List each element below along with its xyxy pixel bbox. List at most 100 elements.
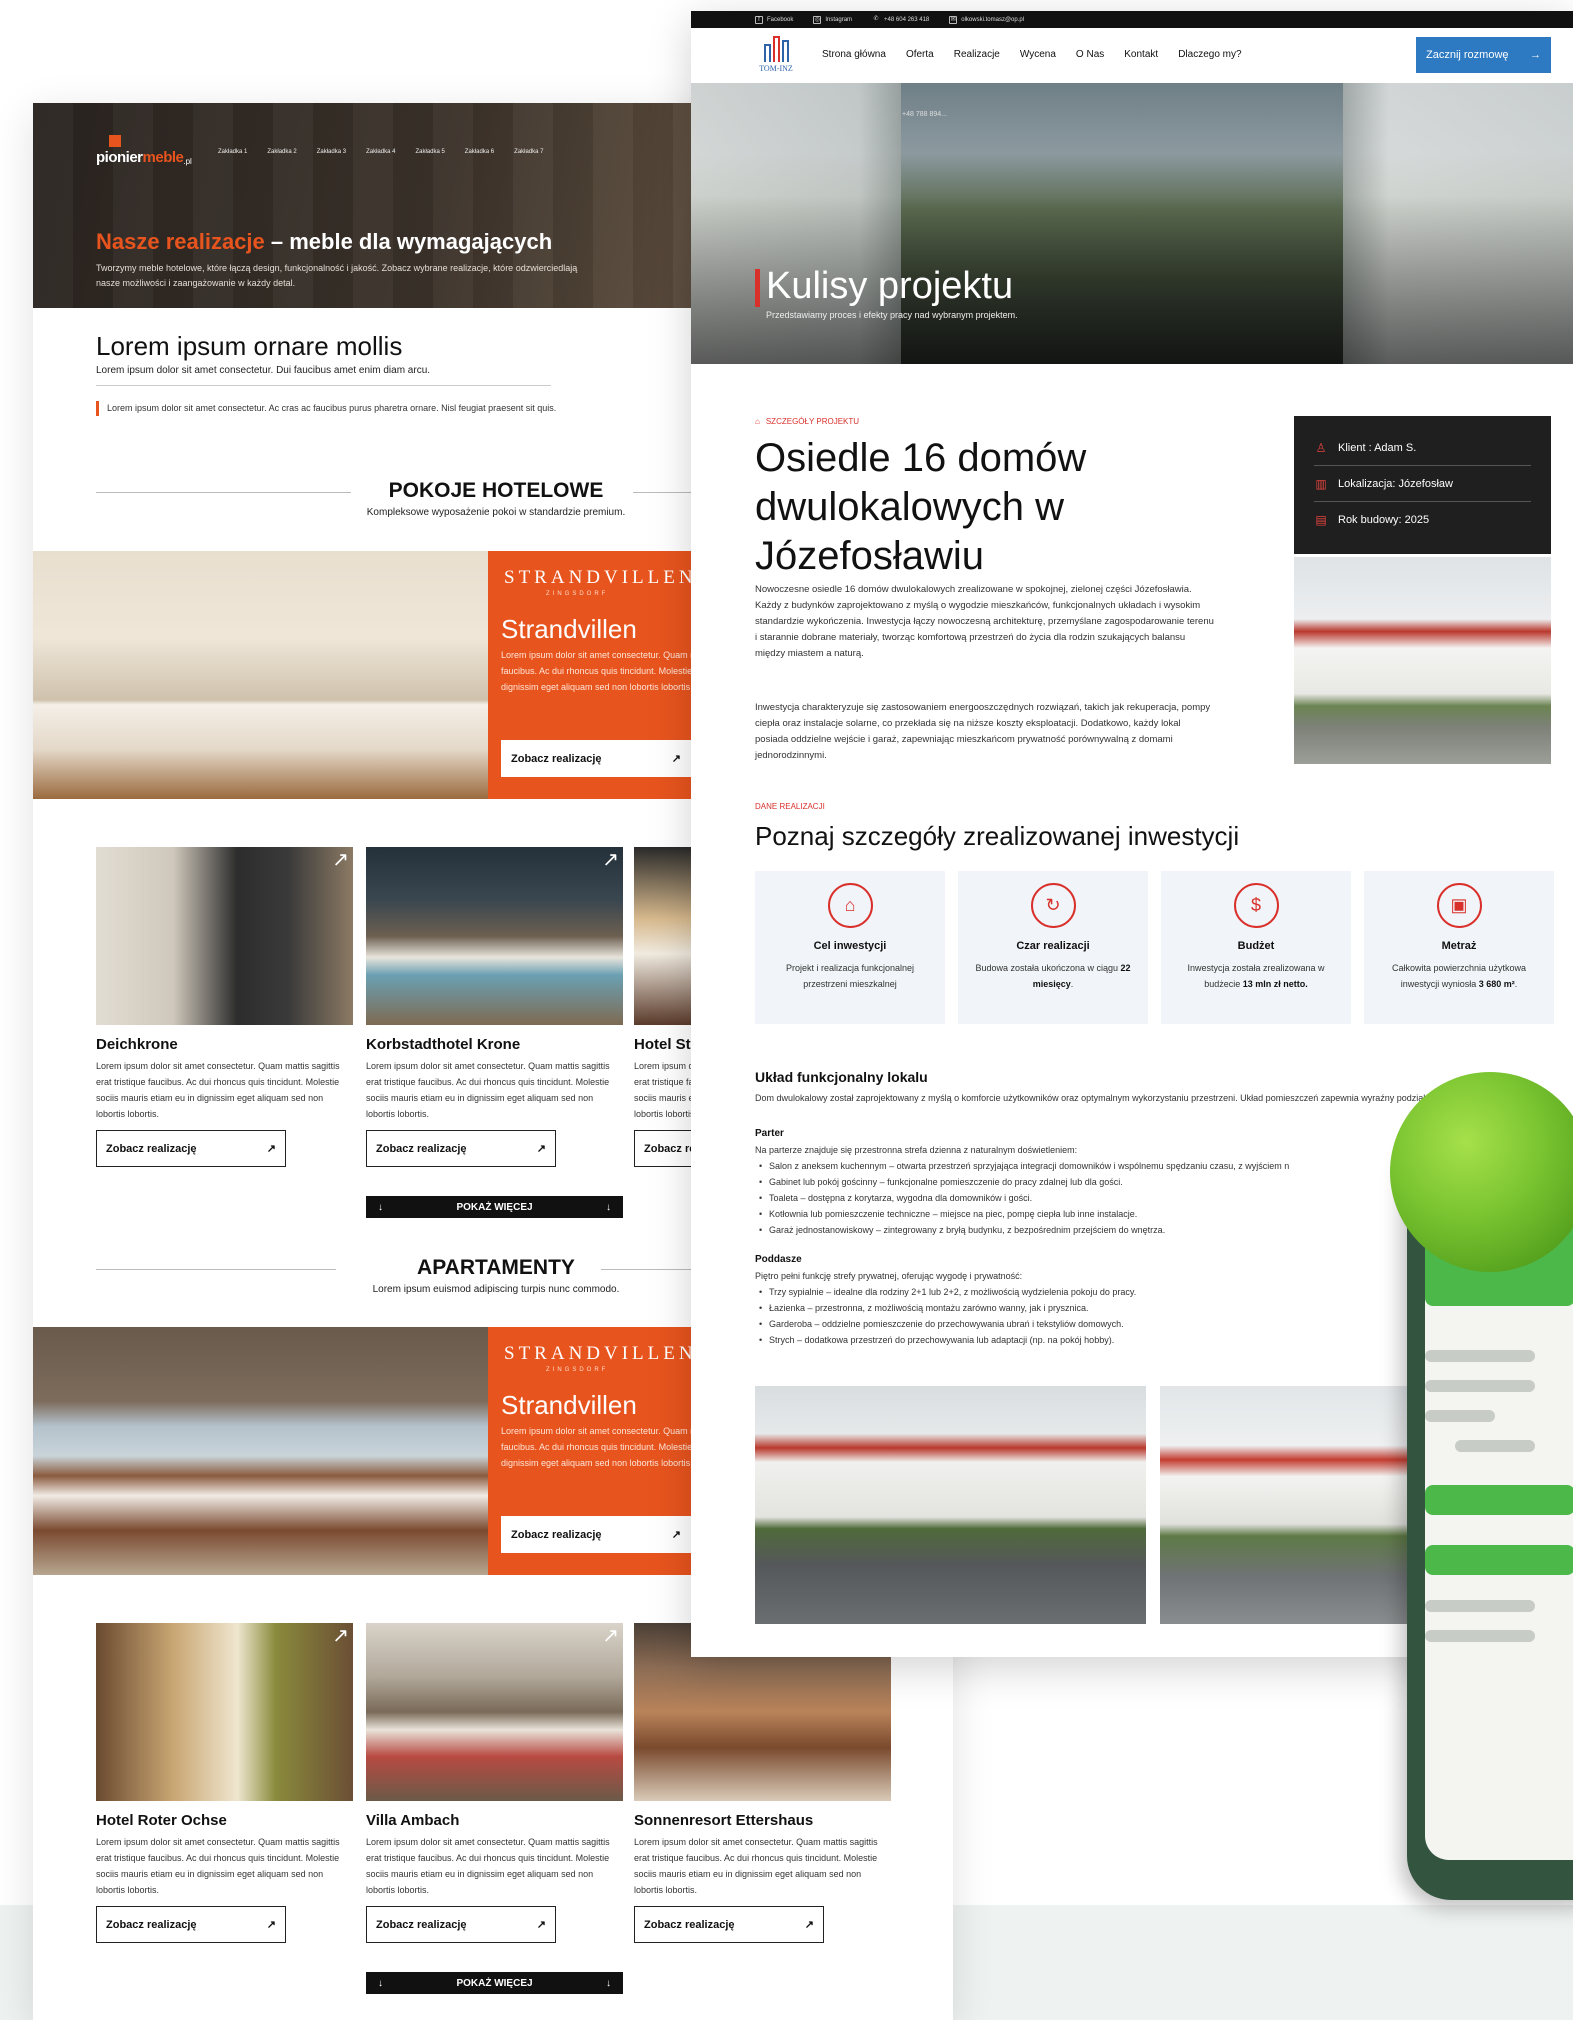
logo-square-icon bbox=[109, 135, 121, 147]
nav-item[interactable]: Zakładka 5 bbox=[415, 149, 444, 155]
stat-text: Budowa została ukończona w ciągu 22 mies… bbox=[958, 960, 1148, 992]
show-more-button[interactable]: ↓ POKAŻ WIĘCEJ ↓ bbox=[366, 1972, 623, 1994]
divider bbox=[96, 385, 551, 386]
intro-title: Lorem ipsum ornare mollis bbox=[96, 331, 403, 361]
button-label: Zobacz realizację bbox=[106, 1918, 197, 1931]
hero-subtitle: Tworzymy meble hotelowe, które łączą des… bbox=[96, 263, 578, 288]
stat-tile: ▣ Metraż Całkowita powierzchnia użytkowa… bbox=[1364, 871, 1554, 1024]
section-title: Poznaj szczegóły zrealizowanej inwestycj… bbox=[755, 821, 1240, 851]
stat-text-bold: 13 mln zł netto. bbox=[1242, 979, 1308, 989]
project-card: ↗ Korbstadthotel Krone Lorem ipsum dolor… bbox=[366, 847, 623, 1167]
nav-item[interactable]: Realizacje bbox=[954, 49, 1000, 60]
button-label: Zobacz realizację bbox=[511, 752, 602, 765]
nav-item[interactable]: O Nas bbox=[1076, 49, 1104, 60]
nav-item[interactable]: Zakładka 3 bbox=[317, 149, 346, 155]
email-link[interactable]: ✉ olkowski.tomasz@op.pl bbox=[949, 15, 1024, 24]
clock-icon: ↻ bbox=[1030, 883, 1076, 928]
project-photo[interactable]: ↗ bbox=[366, 847, 623, 1025]
stats-tiles: ⌂ Cel inwestycji Projekt i realizacja fu… bbox=[755, 871, 1554, 1024]
arrow-up-right-icon: ↗ bbox=[671, 753, 681, 765]
page-title-rest: – meble dla wymagających bbox=[264, 229, 553, 254]
arrow-up-right-icon: ↗ bbox=[602, 849, 619, 871]
nav-item[interactable]: Zakładka 2 bbox=[267, 149, 296, 155]
view-project-button[interactable]: Zobacz realizację ↗ bbox=[366, 1906, 556, 1943]
phone-link[interactable]: ✆ +48 604 263 418 bbox=[872, 16, 930, 24]
instagram-link[interactable]: ◎ Instagram bbox=[813, 15, 853, 24]
nav-item[interactable]: Strona główna bbox=[822, 49, 886, 60]
nav-item[interactable]: Dlaczego my? bbox=[1178, 49, 1241, 60]
location-row: ▥ Lokalizacja: Józefosław bbox=[1314, 466, 1531, 502]
header: TOM-INZ Strona główna Oferta Realizacje … bbox=[691, 28, 1573, 83]
view-project-button[interactable]: Zobacz realizację ↗ bbox=[501, 1516, 691, 1553]
area-icon: ▣ bbox=[1436, 883, 1482, 928]
start-conversation-button[interactable]: Zacznij rozmowę → bbox=[1416, 37, 1551, 73]
nav-item[interactable]: Zakładka 1 bbox=[218, 149, 247, 155]
project-title: Hotel Roter Ochse bbox=[96, 1812, 227, 1829]
facebook-label: Facebook bbox=[767, 16, 794, 23]
nav-item[interactable]: Wycena bbox=[1020, 49, 1056, 60]
brand-logo: STRANDVILLEN bbox=[504, 1343, 697, 1364]
arrow-down-icon: ↓ bbox=[378, 1201, 383, 1213]
arrow-down-icon: ↓ bbox=[606, 1977, 611, 1989]
facebook-link[interactable]: f Facebook bbox=[755, 15, 794, 24]
hero-title: Kulisy projektu bbox=[766, 265, 1014, 307]
instagram-icon: ◎ bbox=[813, 15, 822, 24]
house-icon: ⌂ bbox=[827, 883, 873, 928]
intro-quote: Lorem ipsum dolor sit amet consectetur. … bbox=[96, 401, 576, 416]
phone-number[interactable]: +48 788 894... bbox=[902, 111, 947, 118]
arrow-right-icon: → bbox=[1530, 49, 1541, 61]
project-photo[interactable]: ↗ bbox=[96, 1623, 353, 1801]
stat-text-tail: . bbox=[1514, 979, 1518, 989]
featured-photo[interactable] bbox=[33, 551, 488, 799]
top-bar: f Facebook ◎ Instagram ✆ +48 604 263 418 ✉ o… bbox=[691, 11, 1573, 28]
view-project-button[interactable]: Zobacz realizację ↗ bbox=[634, 1906, 824, 1943]
nav-item[interactable]: Kontakt bbox=[1124, 49, 1158, 60]
nav-item[interactable]: Zakładka 4 bbox=[366, 149, 395, 155]
gallery-photo[interactable] bbox=[755, 1386, 1146, 1624]
project-photo[interactable]: ↗ bbox=[366, 1623, 623, 1801]
stat-text-body: Projekt i realizacja funkcjonalnej przes… bbox=[785, 963, 915, 989]
screen-block bbox=[1425, 1545, 1573, 1575]
featured-name: Strandvillen bbox=[501, 1390, 637, 1420]
view-project-button[interactable]: Zobacz realizację ↗ bbox=[96, 1130, 286, 1167]
project-description: Lorem ipsum dolor sit amet consectetur. … bbox=[366, 1061, 610, 1119]
instagram-label: Instagram bbox=[825, 16, 853, 23]
intro-subtitle: Lorem ipsum dolor sit amet consectetur. … bbox=[96, 365, 431, 376]
project-photo[interactable]: ↗ bbox=[96, 847, 353, 1025]
facebook-icon: f bbox=[755, 15, 763, 24]
main-nav: Strona główna Oferta Realizacje Wycena O… bbox=[822, 49, 1242, 60]
project-photo[interactable] bbox=[1294, 557, 1551, 764]
screen-line bbox=[1425, 1410, 1495, 1422]
view-project-button[interactable]: Zobacz realizację ↗ bbox=[96, 1906, 286, 1943]
project-card: ↗ Deichkrone Lorem ipsum dolor sit amet … bbox=[96, 847, 353, 1167]
document-icon: ▤ bbox=[1315, 513, 1327, 527]
button-label: Zobacz realizację bbox=[106, 1142, 197, 1155]
project-card: ↗ Hotel Roter Ochse Lorem ipsum dolor si… bbox=[96, 1623, 353, 1943]
stat-text-tail: . bbox=[1070, 979, 1074, 989]
nav-item[interactable]: Zakładka 7 bbox=[514, 149, 543, 155]
featured-photo[interactable] bbox=[33, 1327, 488, 1575]
brand-logo: STRANDVILLEN bbox=[504, 567, 697, 588]
nav-item[interactable]: Oferta bbox=[906, 49, 934, 60]
logo[interactable]: TOM-INZ bbox=[755, 34, 797, 73]
nav-item[interactable]: Zakładka 6 bbox=[465, 149, 494, 155]
map-icon: ▥ bbox=[1315, 476, 1327, 491]
logo[interactable]: pionier meble .pl bbox=[96, 135, 192, 166]
money-icon: $ bbox=[1233, 883, 1279, 928]
project-card: ↗ Villa Ambach Lorem ipsum dolor sit ame… bbox=[366, 1623, 623, 1943]
arrow-up-right-icon: ↗ bbox=[266, 1143, 276, 1155]
hero-overlay bbox=[691, 83, 1573, 364]
brand-logo-sub: ZINGSDORF bbox=[546, 1367, 609, 1373]
button-label: Zobacz realizację bbox=[644, 1918, 735, 1931]
view-project-button[interactable]: Zobacz realizację ↗ bbox=[366, 1130, 556, 1167]
floor-title: Parter bbox=[755, 1128, 784, 1139]
show-more-button[interactable]: ↓ POKAŻ WIĘCEJ ↓ bbox=[366, 1196, 623, 1218]
arrow-up-right-icon: ↗ bbox=[332, 1625, 349, 1647]
hero-banner: Kulisy projektu Przedstawiamy proces i e… bbox=[691, 83, 1573, 364]
logo-part-3: .pl bbox=[183, 157, 192, 166]
project-description-2: Inwestycja charakteryzuje się zastosowan… bbox=[755, 702, 1211, 761]
client-label: Klient : Adam S. bbox=[1338, 441, 1417, 454]
arrow-up-right-icon: ↗ bbox=[536, 1919, 546, 1931]
view-project-button[interactable]: Zobacz realizację ↗ bbox=[501, 740, 691, 777]
featured-name: Strandvillen bbox=[501, 614, 637, 644]
